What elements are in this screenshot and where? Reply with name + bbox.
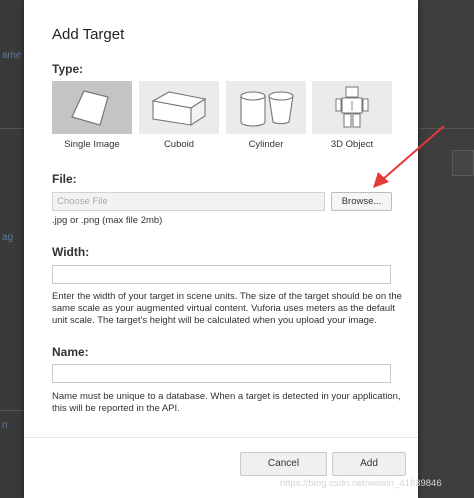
type-option-3d-object[interactable]: 3D Object xyxy=(312,81,392,151)
type-tile xyxy=(52,81,132,134)
browse-button[interactable]: Browse... xyxy=(331,192,392,211)
width-help-text: Enter the width of your target in scene … xyxy=(52,291,402,326)
3d-object-icon xyxy=(335,86,369,128)
name-label: Name: xyxy=(52,345,89,359)
footer-divider xyxy=(24,437,418,438)
cylinder-icon xyxy=(240,91,294,127)
cuboid-icon xyxy=(151,91,207,127)
name-help-text: Name must be unique to a database. When … xyxy=(52,391,401,414)
type-tile xyxy=(312,81,392,134)
type-label-cylinder: Cylinder xyxy=(248,139,284,150)
file-label: File: xyxy=(52,172,77,186)
type-label-single-image: Single Image xyxy=(64,139,120,150)
add-target-dialog: Add Target Type: Single Image Cuboid Cyl… xyxy=(24,0,418,498)
type-label-cuboid: Cuboid xyxy=(163,139,195,150)
background-divider xyxy=(0,410,24,411)
cancel-button[interactable]: Cancel xyxy=(240,452,327,476)
dialog-title: Add Target xyxy=(52,26,125,43)
width-input[interactable] xyxy=(52,265,391,284)
type-option-cuboid[interactable]: Cuboid xyxy=(139,81,219,151)
type-option-cylinder[interactable]: Cylinder xyxy=(226,81,306,151)
add-button[interactable]: Add xyxy=(332,452,406,476)
type-tile xyxy=(226,81,306,134)
type-tile xyxy=(139,81,219,134)
file-hint: .jpg or .png (max file 2mb) xyxy=(52,215,163,226)
background-right-panel xyxy=(418,0,474,498)
background-text: n xyxy=(2,420,8,431)
single-image-icon xyxy=(71,90,109,126)
file-input[interactable]: Choose File xyxy=(52,192,325,211)
background-divider xyxy=(418,128,474,129)
target-type-selector: Single Image Cuboid Cylinder 3D Object xyxy=(52,81,392,151)
type-label-3d-object: 3D Object xyxy=(330,139,374,150)
name-input[interactable] xyxy=(52,364,391,383)
width-label: Width: xyxy=(52,245,90,259)
background-button xyxy=(452,150,474,176)
watermark: https://blog.csdn.net/weixin_41839846 xyxy=(280,478,442,489)
type-option-single-image[interactable]: Single Image xyxy=(52,81,132,151)
background-text: ame xyxy=(2,50,22,61)
background-text: ag xyxy=(2,232,14,243)
background-divider xyxy=(0,128,24,129)
type-label: Type: xyxy=(52,62,84,76)
